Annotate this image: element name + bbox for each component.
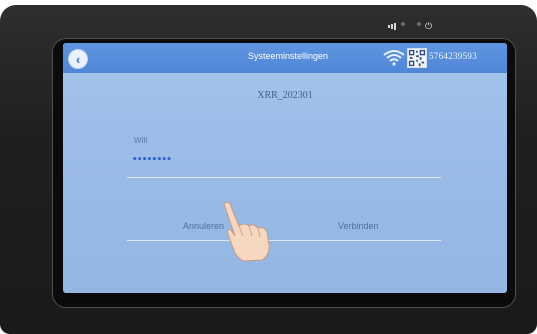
status-led <box>401 22 405 26</box>
page-title: Systeeminstellingen <box>247 51 329 61</box>
device-name: XRR_202301 <box>257 90 313 101</box>
button-divider <box>127 240 441 241</box>
serial-number: 5764239593 <box>429 51 477 61</box>
cancel-button[interactable]: Annuleren <box>183 221 224 231</box>
qr-code-icon[interactable] <box>407 48 427 68</box>
touch-screen: ‹ Systeeminstellingen 5764239593 XRR_202… <box>63 43 507 293</box>
connect-button[interactable]: Verbinden <box>338 221 379 231</box>
pointing-hand-icon <box>223 201 270 262</box>
wifi-label: Wifi <box>134 136 148 145</box>
status-led-2 <box>417 22 421 26</box>
power-icon: ⏻ <box>425 22 433 32</box>
title-bar: ‹ Systeeminstellingen 5764239593 <box>63 43 507 73</box>
signal-indicator-icon <box>388 22 398 30</box>
wifi-password-field[interactable]: •••••••• <box>132 155 172 165</box>
back-icon: ‹ <box>75 51 81 67</box>
wifi-icon <box>383 50 405 66</box>
field-divider <box>127 177 441 178</box>
back-button[interactable]: ‹ <box>68 49 88 69</box>
